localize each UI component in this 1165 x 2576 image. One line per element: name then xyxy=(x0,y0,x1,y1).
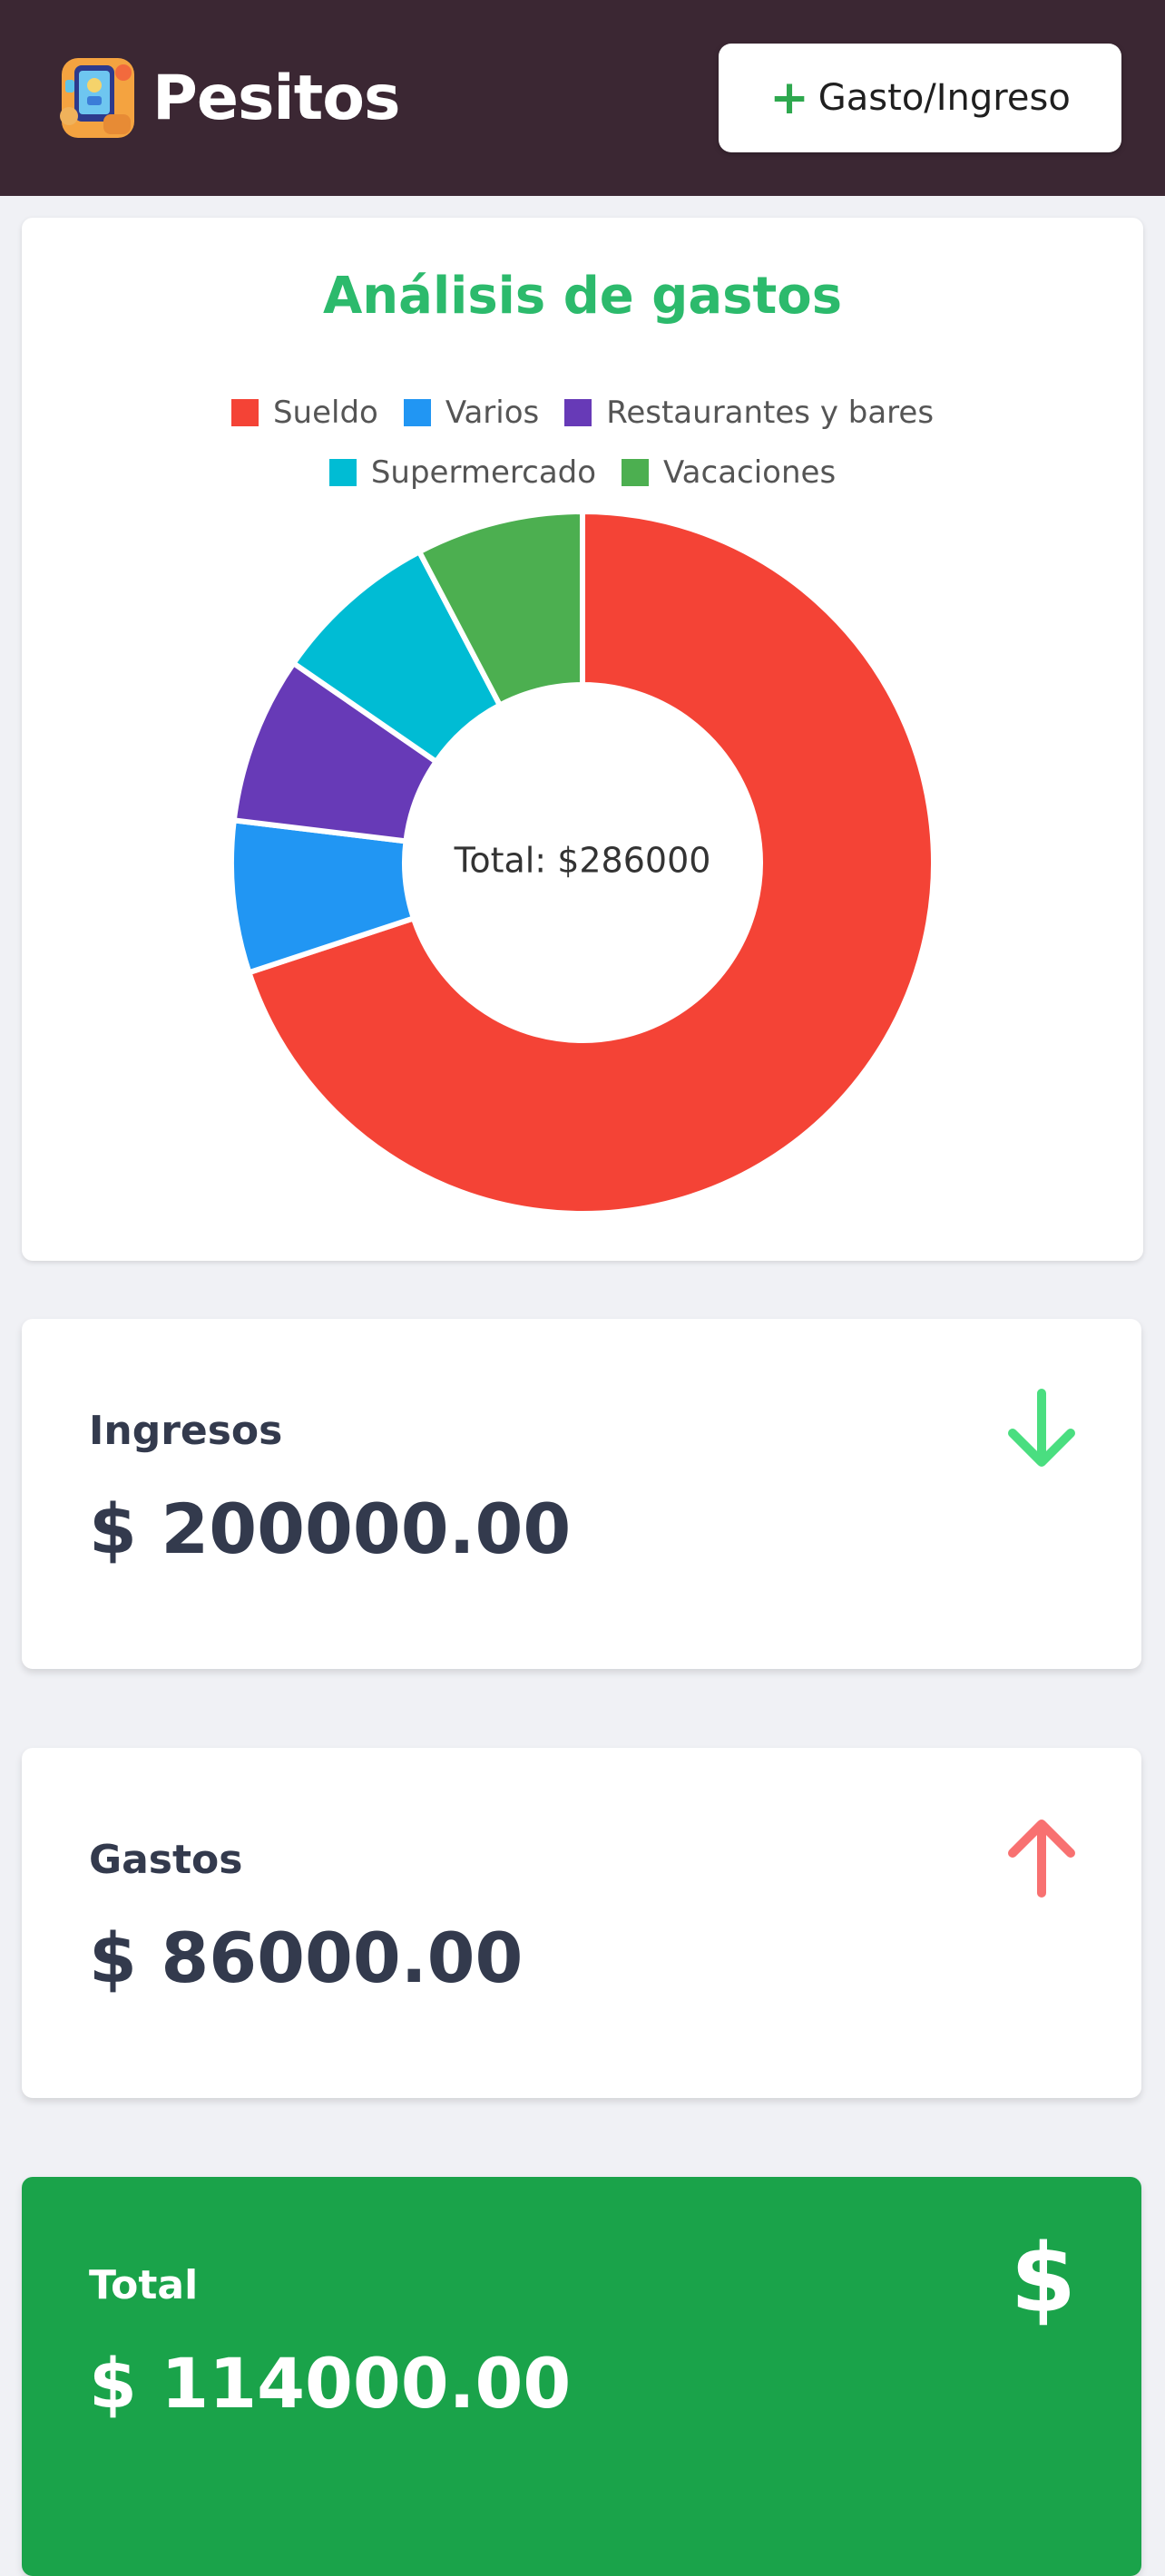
legend-swatch xyxy=(328,459,357,486)
expense-analysis-card: Análisis de gastos Sueldo Varios Restauran… xyxy=(22,218,1143,1261)
expenses-label: Gastos xyxy=(89,1837,243,1883)
arrow-up-icon xyxy=(1008,1820,1075,1898)
legend-item[interactable]: Supermercado xyxy=(328,454,597,491)
legend-swatch xyxy=(564,399,592,426)
income-label: Ingresos xyxy=(89,1408,283,1454)
chart-legend: Sueldo Varios Restaurantes y bares Supermer… xyxy=(22,383,1143,503)
legend-swatch xyxy=(622,459,650,486)
donut-chart: Total: $286000 xyxy=(229,508,936,1216)
income-value: $ 200000.00 xyxy=(89,1488,572,1569)
legend-swatch xyxy=(230,399,259,426)
legend-label: Vacaciones xyxy=(663,454,837,491)
add-transaction-label: Gasto/Ingreso xyxy=(817,77,1071,119)
legend-item[interactable]: Restaurantes y bares xyxy=(564,395,934,431)
total-value: $ 114000.00 xyxy=(89,2343,572,2424)
chart-center-total: Total: $286000 xyxy=(454,841,711,881)
plus-icon: + xyxy=(769,71,809,125)
arrow-down-icon xyxy=(1008,1389,1075,1467)
app-header: Pesitos + Gasto/Ingreso xyxy=(0,0,1165,196)
dollar-icon: $ xyxy=(1010,2223,1076,2334)
total-label: Total xyxy=(89,2262,199,2308)
chart-title: Análisis de gastos xyxy=(322,267,843,326)
app-logo-icon xyxy=(60,58,134,138)
legend-label: Supermercado xyxy=(370,454,597,491)
income-card: Ingresos $ 200000.00 xyxy=(22,1319,1141,1669)
app-title: Pesitos xyxy=(152,63,400,134)
legend-item[interactable]: Sueldo xyxy=(230,395,378,431)
legend-label: Sueldo xyxy=(272,395,378,431)
legend-item[interactable]: Varios xyxy=(403,395,540,431)
legend-label: Restaurantes y bares xyxy=(606,395,935,431)
expenses-value: $ 86000.00 xyxy=(89,1917,524,1998)
legend-label: Varios xyxy=(445,395,540,431)
legend-item[interactable]: Vacaciones xyxy=(622,454,836,491)
add-transaction-button[interactable]: + Gasto/Ingreso xyxy=(719,44,1121,152)
legend-row: Sueldo Varios Restaurantes y bares xyxy=(22,383,1143,443)
total-card: Total $ 114000.00 $ xyxy=(22,2177,1141,2576)
expenses-card: Gastos $ 86000.00 xyxy=(22,1748,1141,2098)
legend-swatch xyxy=(403,399,431,426)
